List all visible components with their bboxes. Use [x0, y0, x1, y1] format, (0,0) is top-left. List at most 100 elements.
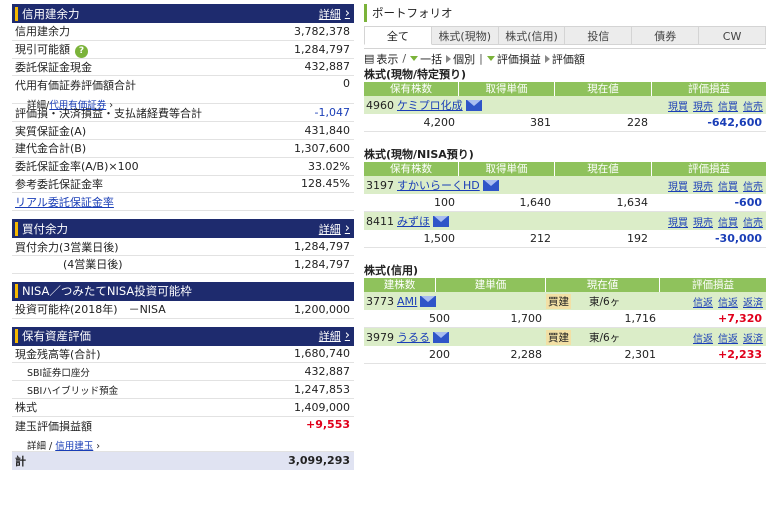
table-header-cell: 現在値 [555, 162, 652, 176]
margin-position-link[interactable]: 信用建玉 [55, 441, 93, 452]
individual-button[interactable]: 個別 [446, 51, 475, 67]
credit-row-label: 評価損・決済損益・支払諸経費等合計 [15, 106, 202, 120]
trade-action-link[interactable]: 信買 [718, 214, 738, 229]
credit-row-value: 0 [343, 77, 350, 91]
margin-action-link[interactable]: 信返 [718, 330, 738, 345]
margin-pl: +7,320 [717, 312, 762, 325]
trade-action-link[interactable]: 信買 [718, 98, 738, 113]
credit-row-label: 参考委託保証金率 [15, 177, 103, 191]
holding-name-link[interactable]: うるる [397, 329, 430, 345]
table-header-cell: 保有株数 [364, 82, 459, 96]
holding-name-link[interactable]: みずほ [397, 213, 430, 229]
credit-row-value: 1,284,797 [294, 42, 350, 56]
credit-row-value: 3,782,378 [294, 24, 350, 38]
assets-panel-header: 保有資産評価 詳細 › [12, 326, 354, 346]
tab-3[interactable]: 投信 [565, 26, 633, 45]
assets-panel-title: 保有資産評価 [15, 329, 91, 344]
credit-detail-link[interactable]: 詳細 › [319, 6, 350, 22]
display-button[interactable]: ▤ 表示 [364, 51, 398, 67]
margin-action-link[interactable]: 返済 [743, 330, 763, 345]
asset-row: 現金残高等(合計) 1,680,740 [12, 346, 354, 364]
holding-value-cell: 1,640 [519, 196, 552, 209]
credit-rows: 信用建余力 3,782,378 現引可能額? 1,284,797 委託保証金現金 432,… [12, 23, 354, 212]
holding-name-link[interactable]: すかいらーくHD [397, 177, 480, 193]
holding-code: 3979 [366, 330, 394, 344]
chevron-right-icon: › [344, 328, 350, 344]
holding-pl: -642,600 [707, 116, 762, 129]
trade-actions: 現買 現売 信買 信売 [555, 178, 766, 193]
portfolio-toolbar: ▤ 表示 / 一括 個別 | 評価損益 評価額 [364, 48, 766, 66]
buying-detail-link[interactable]: 詳細 › [319, 221, 350, 237]
mail-icon[interactable] [482, 179, 499, 191]
holding-value-cell: 4,200 [423, 116, 456, 129]
margin-values-row: 500 1,700 1,716 +7,320 [364, 310, 766, 328]
margin-value-cell: 2,301 [624, 348, 657, 361]
margin-action-link[interactable]: 返済 [743, 294, 763, 309]
tab-5[interactable]: CW [699, 26, 766, 45]
assets-detail-link[interactable]: 詳細 › [319, 328, 350, 344]
mail-icon[interactable] [465, 99, 482, 111]
holding-name-link[interactable]: ケミプロ化成 [397, 97, 463, 113]
trade-action-link[interactable]: 信売 [743, 178, 763, 193]
holding-name-link[interactable]: AMI [397, 295, 417, 308]
bulk-button[interactable]: 一括 [410, 51, 442, 67]
triangle-down-icon [486, 56, 495, 61]
holding-code: 3773 [366, 294, 394, 308]
margin-action-link[interactable]: 信返 [718, 294, 738, 309]
holding-value-cell: 381 [530, 116, 551, 129]
margin-action-link[interactable]: 信返 [693, 330, 713, 345]
credit-row: 評価損・決済損益・支払諸経費等合計 -1,047 [12, 104, 354, 123]
mail-icon[interactable] [433, 215, 449, 227]
credit-row-label: 代用有価証券評価額合計 [15, 79, 136, 93]
trade-action-link[interactable]: 現売 [693, 98, 713, 113]
holding-name-row: 8411 みずほ 現買 現売 信買 信売 [364, 212, 766, 230]
asset-row: SBIハイブリッド預金 1,247,853 [12, 381, 354, 399]
pl-sort-button[interactable]: 評価損益 [486, 51, 541, 67]
tab-4[interactable]: 債券 [632, 26, 700, 45]
credit-row-label: 現引可能額? [15, 41, 88, 58]
holding-code: 8411 [366, 214, 394, 228]
position-pl-row: 建玉評価損益額 +9,553 詳細 / 信用建玉 › [12, 417, 354, 452]
real-margin-rate-link[interactable]: リアル委託保証金率 [15, 194, 114, 210]
margin-value-cell: 500 [429, 312, 450, 325]
buying-row-value: 1,284,797 [294, 240, 350, 254]
trade-action-link[interactable]: 信売 [743, 214, 763, 229]
holding-name-cell: 8411 みずほ [364, 213, 555, 229]
credit-row-value: -1,047 [314, 106, 350, 120]
credit-row-label: 建代金合計(B) [15, 142, 87, 156]
buying-row: 買付余力(3営業日後) 1,284,797 [12, 238, 354, 256]
portfolio-panel: ポートフォリオ 全て 株式(現物) 株式(信用) 投信 債券 CW ▤ 表示 / 一括 個別… [364, 4, 766, 364]
holding-values-row: 100 1,640 1,634 -600 [364, 194, 766, 212]
trade-action-link[interactable]: 信売 [743, 98, 763, 113]
mail-icon[interactable] [433, 331, 449, 343]
holding-values-row: 4,200 381 228 -642,600 [364, 114, 766, 132]
tab-1[interactable]: 株式(現物) [431, 26, 499, 45]
margin-name-row: 3773 AMI 買建 東/6ヶ 信返 信返 返済 [364, 292, 766, 310]
holding-name-row: 4960 ケミプロ化成 現買 現売 信買 信売 [364, 96, 766, 114]
mail-icon[interactable] [420, 295, 437, 307]
credit-row-top: 代用有価証券評価額合計 0 [15, 77, 350, 93]
holding-value-cell: 100 [434, 196, 455, 209]
position-pl-label: 建玉評価損益額 [15, 419, 92, 433]
help-icon[interactable]: ? [75, 44, 88, 58]
trade-action-link[interactable]: 現買 [668, 178, 688, 193]
buying-rows: 買付余力(3営業日後) 1,284,797 (4営業日後) 1,284,797 [12, 238, 354, 274]
trade-action-link[interactable]: 現売 [693, 178, 713, 193]
buying-row-label: 買付余力(3営業日後) [15, 240, 119, 254]
value-sort-button[interactable]: 評価額 [544, 51, 585, 67]
table-header-cell: 評価損益 [688, 163, 730, 175]
buying-row-value: 1,284,797 [294, 257, 350, 271]
specific-section-title: 株式(現物/特定預り) [364, 68, 467, 81]
tab-2[interactable]: 株式(信用) [498, 26, 566, 45]
trade-action-link[interactable]: 信買 [718, 178, 738, 193]
tab-0[interactable]: 全て [364, 26, 432, 45]
margin-value-cell: 200 [429, 348, 450, 361]
trade-action-link[interactable]: 現売 [693, 214, 713, 229]
margin-action-link[interactable]: 信返 [693, 294, 713, 309]
position-pl-detail-prefix: 詳細 / [27, 440, 56, 452]
trade-action-link[interactable]: 現買 [668, 98, 688, 113]
table-header-cell: 建株数 [364, 278, 436, 292]
credit-panel-title: 信用建余力 [15, 6, 80, 21]
trade-actions: 現買 現売 信買 信売 [555, 98, 766, 113]
trade-action-link[interactable]: 現買 [668, 214, 688, 229]
